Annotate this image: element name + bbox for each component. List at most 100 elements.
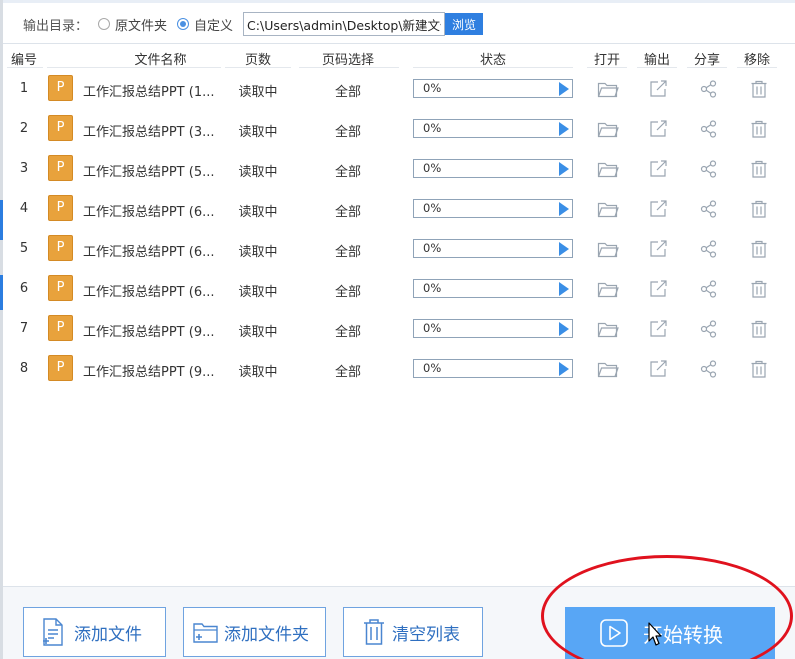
table-row[interactable]: 5 P 工作汇报总结PPT (6... 读取中 全部 0% <box>3 230 795 270</box>
export-icon[interactable] <box>648 279 670 299</box>
progress-bar: 0% <box>413 319 573 338</box>
table-row[interactable]: 2 P 工作汇报总结PPT (3... 读取中 全部 0% <box>3 110 795 150</box>
export-icon[interactable] <box>648 79 670 99</box>
page-range[interactable]: 全部 <box>315 241 381 260</box>
radio-original-folder[interactable]: 原文件夹 <box>98 15 167 34</box>
page-count: 读取中 <box>238 285 278 300</box>
export-icon[interactable] <box>648 319 670 339</box>
share-icon[interactable] <box>698 159 720 179</box>
folder-icon[interactable] <box>597 119 619 139</box>
progress-text: 0% <box>423 281 442 295</box>
table-row[interactable]: 3 P 工作汇报总结PPT (5... 读取中 全部 0% <box>3 150 795 190</box>
page-range[interactable]: 全部 <box>315 81 381 100</box>
export-icon[interactable] <box>648 199 670 219</box>
share-icon[interactable] <box>698 319 720 339</box>
page-count: 读取中 <box>238 205 278 220</box>
progress-bar: 0% <box>413 79 573 98</box>
header-range: 页码选择 <box>321 53 374 68</box>
folder-icon[interactable] <box>597 159 619 179</box>
file-name: 工作汇报总结PPT (5... <box>83 165 215 180</box>
folder-icon[interactable] <box>597 359 619 379</box>
play-icon[interactable] <box>559 322 569 336</box>
output-directory-bar: 输出目录： 原文件夹 自定义 浏览 <box>3 8 795 40</box>
folder-icon[interactable] <box>597 319 619 339</box>
radio-custom-folder-label: 自定义 <box>194 18 234 34</box>
page-count: 读取中 <box>238 125 278 140</box>
header-underline <box>637 67 677 68</box>
trash-icon <box>364 619 384 645</box>
page-count: 读取中 <box>238 165 278 180</box>
export-icon[interactable] <box>648 159 670 179</box>
table-row[interactable]: 8 P 工作汇报总结PPT (9... 读取中 全部 0% <box>3 350 795 390</box>
header-pages: 页数 <box>244 53 271 68</box>
play-icon[interactable] <box>559 162 569 176</box>
trash-icon[interactable] <box>748 119 770 139</box>
header-underline <box>47 67 221 68</box>
page-count: 读取中 <box>238 365 278 380</box>
table-row[interactable]: 4 P 工作汇报总结PPT (6... 读取中 全部 0% <box>3 190 795 230</box>
play-icon[interactable] <box>559 242 569 256</box>
table-row[interactable]: 1 P 工作汇报总结PPT (1... 读取中 全部 0% <box>3 70 795 110</box>
trash-icon[interactable] <box>748 199 770 219</box>
radio-custom-folder[interactable]: 自定义 <box>177 15 233 34</box>
folder-icon[interactable] <box>597 279 619 299</box>
share-icon[interactable] <box>698 279 720 299</box>
progress-text: 0% <box>423 201 442 215</box>
page-range[interactable]: 全部 <box>315 281 381 300</box>
trash-icon[interactable] <box>748 79 770 99</box>
ppt-file-icon: P <box>48 155 73 181</box>
radio-circle[interactable] <box>177 18 190 30</box>
progress-bar: 0% <box>413 199 573 218</box>
header-underline <box>7 67 43 68</box>
table-row[interactable]: 6 P 工作汇报总结PPT (6... 读取中 全部 0% <box>3 270 795 310</box>
share-icon[interactable] <box>698 239 720 259</box>
row-number: 6 <box>19 281 29 296</box>
share-icon[interactable] <box>698 199 720 219</box>
play-icon[interactable] <box>559 362 569 376</box>
page-range[interactable]: 全部 <box>315 201 381 220</box>
trash-icon[interactable] <box>748 359 770 379</box>
folder-icon[interactable] <box>597 199 619 219</box>
share-icon[interactable] <box>698 359 720 379</box>
play-icon[interactable] <box>559 122 569 136</box>
ppt-file-icon: P <box>48 195 73 221</box>
browse-button[interactable]: 浏览 <box>445 13 484 35</box>
add-folder-button[interactable]: 添加文件夹 <box>183 607 326 657</box>
ppt-file-icon: P <box>48 355 73 381</box>
add-file-button[interactable]: 添加文件 <box>23 607 166 657</box>
share-icon[interactable] <box>698 79 720 99</box>
divider <box>3 43 795 44</box>
header-underline <box>299 67 399 68</box>
clear-list-button[interactable]: 清空列表 <box>343 607 483 657</box>
table-row[interactable]: 7 P 工作汇报总结PPT (9... 读取中 全部 0% <box>3 310 795 350</box>
ppt-file-icon: P <box>48 275 73 301</box>
trash-icon[interactable] <box>748 159 770 179</box>
export-icon[interactable] <box>648 239 670 259</box>
page-range[interactable]: 全部 <box>315 161 381 180</box>
file-name: 工作汇报总结PPT (3... <box>83 125 215 140</box>
ppt-file-icon: P <box>48 315 73 341</box>
folder-icon[interactable] <box>597 79 619 99</box>
output-path-input[interactable] <box>243 12 446 36</box>
folder-icon[interactable] <box>597 239 619 259</box>
header-underline <box>413 67 573 68</box>
play-icon[interactable] <box>559 82 569 96</box>
row-number: 5 <box>19 241 29 256</box>
page-range[interactable]: 全部 <box>315 321 381 340</box>
start-conversion-button[interactable]: 开始转换 <box>565 607 775 659</box>
export-icon[interactable] <box>648 119 670 139</box>
play-icon[interactable] <box>559 282 569 296</box>
page-range[interactable]: 全部 <box>315 361 381 380</box>
progress-bar: 0% <box>413 159 573 178</box>
page-range[interactable]: 全部 <box>315 121 381 140</box>
row-number: 1 <box>19 81 29 96</box>
play-icon[interactable] <box>559 202 569 216</box>
file-name: 工作汇报总结PPT (6... <box>83 205 215 220</box>
radio-circle[interactable] <box>98 18 111 30</box>
trash-icon[interactable] <box>748 279 770 299</box>
share-icon[interactable] <box>698 119 720 139</box>
trash-icon[interactable] <box>748 239 770 259</box>
export-icon[interactable] <box>648 359 670 379</box>
row-number: 7 <box>19 321 29 336</box>
trash-icon[interactable] <box>748 319 770 339</box>
